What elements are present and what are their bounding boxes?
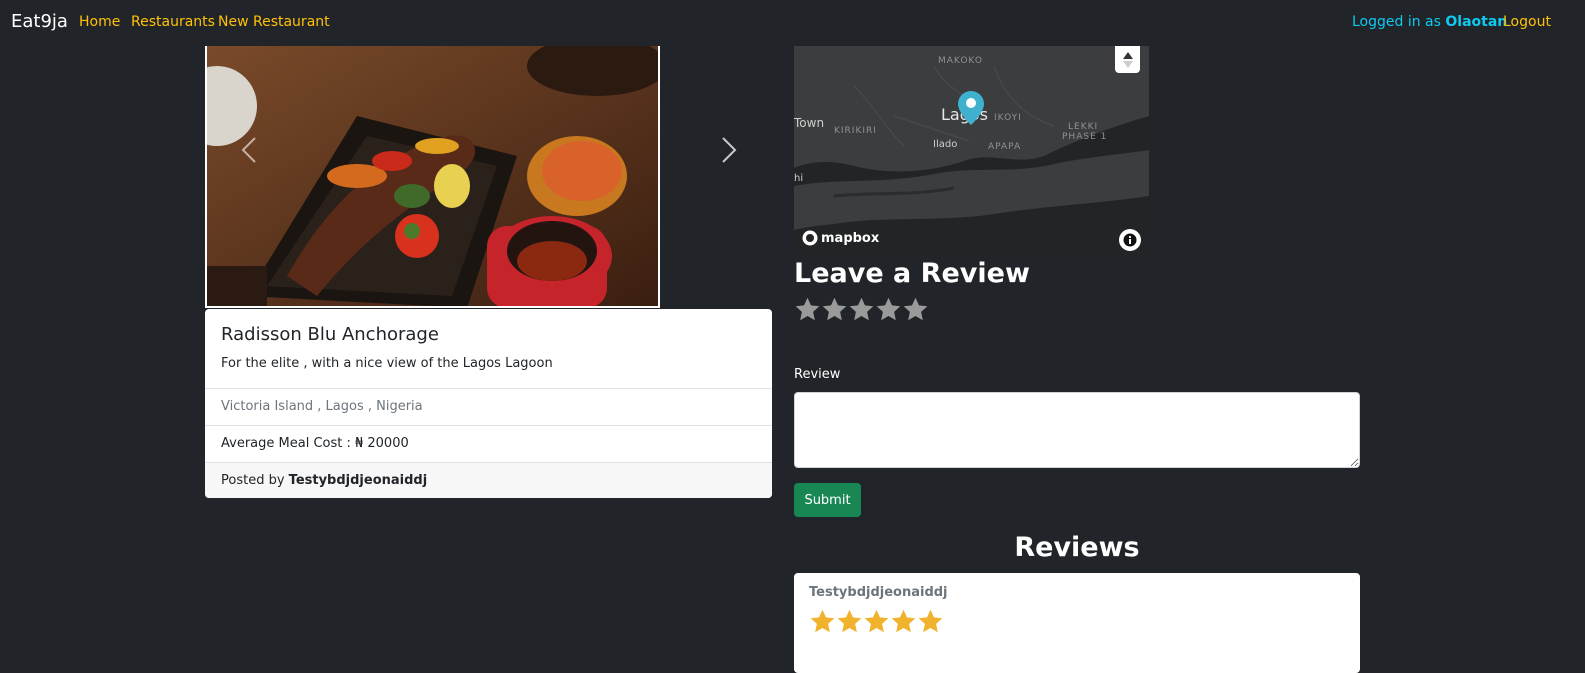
post-author: Testybdjdjeonaiddj <box>288 473 428 488</box>
logged-in-prefix: Logged in as <box>1352 14 1446 30</box>
restaurant-location: Victoria Island , Lagos , Nigeria <box>205 388 772 425</box>
rating-star-icon[interactable] <box>794 296 821 323</box>
map-label-apapa: APAPA <box>988 142 1022 152</box>
username: Olaotan <box>1445 14 1508 30</box>
star-rating-input[interactable] <box>794 296 929 323</box>
carousel-next-button[interactable] <box>709 130 749 170</box>
chevron-right-icon <box>722 137 737 163</box>
map-label-ikoyi: IKOYI <box>994 113 1022 123</box>
review-author: Testybdjdjeonaiddj <box>809 585 948 600</box>
map-label-hi: hi <box>794 173 804 184</box>
carousel-prev-button[interactable] <box>229 130 269 170</box>
posted-by-prefix: Posted by <box>221 473 289 488</box>
review-star-icon <box>918 609 943 633</box>
compass-button[interactable] <box>1115 46 1140 73</box>
navbar: Eat9ja Home Restaurants New Restaurant L… <box>0 0 1585 46</box>
rating-star-icon[interactable] <box>875 296 902 323</box>
nav-link-restaurants[interactable]: Restaurants <box>131 14 215 30</box>
restaurant-photo <box>205 46 660 308</box>
map-label-lekki: LEKKI <box>1068 122 1099 132</box>
brand-link[interactable]: Eat9ja <box>11 11 68 32</box>
map-info-button[interactable] <box>1119 229 1141 251</box>
review-star-icon <box>864 609 889 633</box>
mapbox-icon <box>802 230 818 246</box>
map-label-kirikiri: KIRIKIRI <box>834 126 877 136</box>
chevron-left-icon <box>241 137 256 163</box>
reviews-heading: Reviews <box>1014 532 1140 563</box>
map-label-ilado: Ilado <box>933 139 958 150</box>
logged-in-status: Logged in as Olaotan <box>1352 14 1507 30</box>
review-star-icon <box>810 609 835 633</box>
rating-star-icon[interactable] <box>821 296 848 323</box>
mapbox-logo[interactable]: mapbox <box>802 230 879 246</box>
food-image <box>207 46 658 306</box>
mapbox-text: mapbox <box>821 230 880 246</box>
review-rating <box>809 608 944 635</box>
restaurant-card: Radisson Blu Anchorage For the elite , w… <box>205 309 772 498</box>
restaurant-description: For the elite , with a nice view of the … <box>221 356 553 371</box>
nav-link-new-restaurant[interactable]: New Restaurant <box>218 14 330 30</box>
map-label-phase: PHASE 1 <box>1062 132 1108 142</box>
review-star-icon <box>837 609 862 633</box>
rating-star-icon[interactable] <box>848 296 875 323</box>
rating-star-icon[interactable] <box>902 296 929 323</box>
review-card: Testybdjdjeonaiddj <box>794 573 1360 673</box>
nav-link-home[interactable]: Home <box>79 14 120 30</box>
leave-review-heading: Leave a Review <box>794 258 1030 289</box>
map-pin-icon[interactable] <box>958 91 984 125</box>
info-icon <box>1123 233 1137 247</box>
map-label-town: Town <box>794 116 825 130</box>
posted-by: Posted by Testybdjdjeonaiddj <box>205 462 772 498</box>
review-textarea[interactable] <box>794 392 1360 468</box>
restaurant-title: Radisson Blu Anchorage <box>221 324 439 345</box>
review-star-icon <box>891 609 916 633</box>
image-carousel <box>205 46 772 308</box>
review-label: Review <box>794 367 841 382</box>
location-map[interactable]: MAKOKO Town KIRIKIRI Lagos IKOYI LEKKI P… <box>794 46 1149 255</box>
compass-icon <box>1122 51 1133 68</box>
submit-button[interactable]: Submit <box>794 483 861 517</box>
map-canvas <box>794 46 1149 255</box>
logout-link[interactable]: Logout <box>1503 14 1551 30</box>
map-label-makoko: MAKOKO <box>938 56 983 66</box>
average-meal-cost: Average Meal Cost : ₦ 20000 <box>205 425 772 462</box>
